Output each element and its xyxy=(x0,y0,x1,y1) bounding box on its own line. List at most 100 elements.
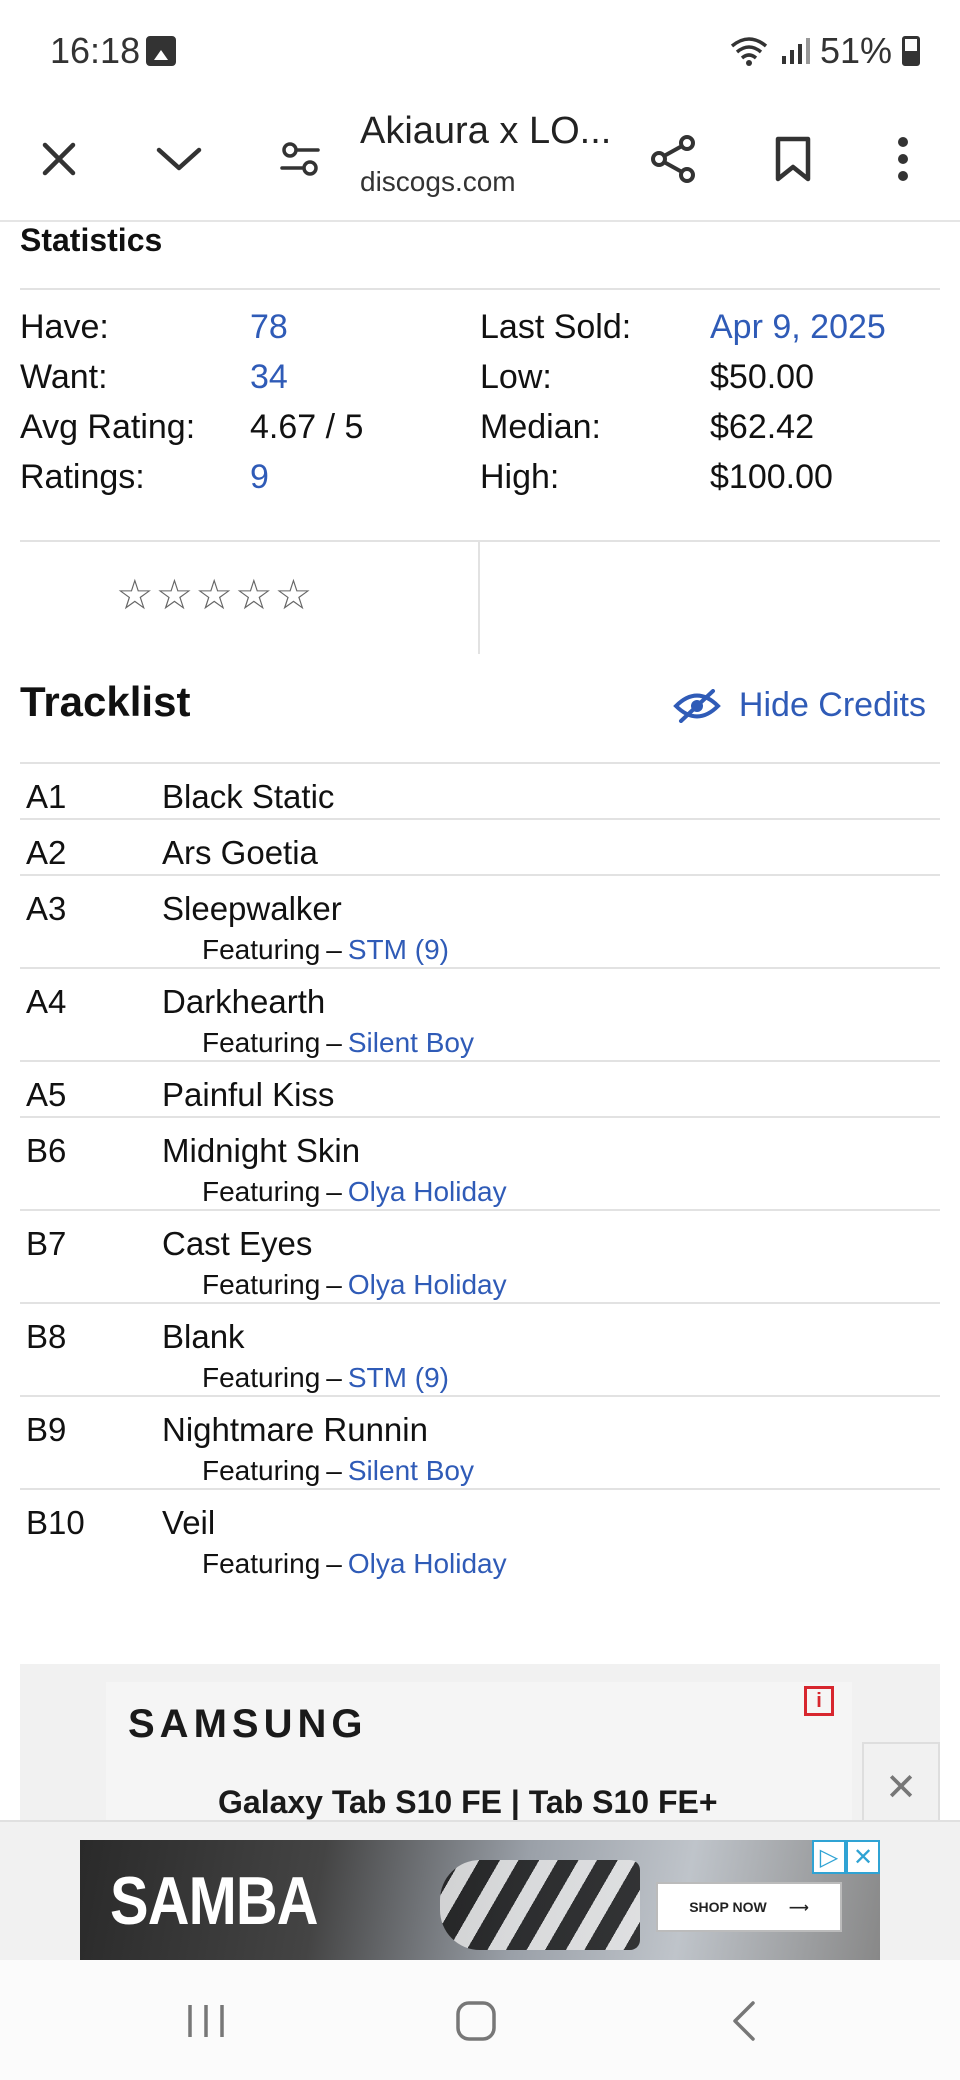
stat-ratings-value[interactable]: 9 xyxy=(250,452,269,502)
system-nav-bar xyxy=(0,1960,960,2080)
featured-artist-link[interactable]: Silent Boy xyxy=(348,1027,474,1058)
featuring-label: Featuring xyxy=(202,1455,321,1486)
track-title: Painful Kiss xyxy=(162,1076,335,1113)
battery-percent: 51% xyxy=(819,30,892,71)
back-button[interactable] xyxy=(714,1996,774,2046)
adchoices[interactable]: ▷ ✕ xyxy=(812,1840,880,1874)
track-credit: Featuring – Olya Holiday xyxy=(202,1176,507,1208)
close-ad-button[interactable]: ✕ xyxy=(862,1742,940,1830)
stat-label: Low: xyxy=(480,358,552,396)
track-title: Black Static xyxy=(162,778,335,815)
close-tab-button[interactable] xyxy=(24,124,94,194)
track-title: Ars Goetia xyxy=(162,834,318,871)
star-icon[interactable]: ☆ xyxy=(235,574,273,616)
track-title: Nightmare Runnin xyxy=(162,1411,428,1448)
page-settings-button[interactable] xyxy=(265,124,335,194)
track-row: A5 Painful Kiss xyxy=(20,1060,940,1116)
track-credit: Featuring – Silent Boy xyxy=(202,1027,474,1059)
featuring-label: Featuring xyxy=(202,1027,321,1058)
close-icon[interactable]: ✕ xyxy=(846,1840,880,1874)
stat-want-value[interactable]: 34 xyxy=(250,352,288,402)
hide-credits-button[interactable]: Hide Credits xyxy=(673,686,926,725)
stat-median-value: $62.42 xyxy=(710,408,814,446)
stat-last-sold-value[interactable]: Apr 9, 2025 xyxy=(710,302,886,352)
track-row: A1 Black Static xyxy=(20,762,940,818)
track-credit: Featuring – STM (9) xyxy=(202,1362,449,1394)
featured-artist-link[interactable]: Silent Boy xyxy=(348,1455,474,1486)
share-icon xyxy=(651,135,695,183)
track-position: A1 xyxy=(26,778,67,815)
track-title: Midnight Skin xyxy=(162,1132,361,1169)
samba-text: SAMBA xyxy=(110,1863,319,1939)
samba-ad[interactable]: SAMBA SHOP NOW ⟶ ▷ ✕ xyxy=(80,1840,880,1960)
rate-stars[interactable]: ☆ ☆ ☆ ☆ ☆ xyxy=(116,574,312,616)
featured-artist-link[interactable]: STM (9) xyxy=(348,934,449,965)
star-icon[interactable]: ☆ xyxy=(195,574,233,616)
featured-artist-link[interactable]: STM (9) xyxy=(348,1362,449,1393)
stat-have-value[interactable]: 78 xyxy=(250,302,288,352)
minimize-button[interactable] xyxy=(144,124,214,194)
track-credit: Featuring – Olya Holiday xyxy=(202,1548,507,1580)
track-row: B8 Blank Featuring – STM (9) xyxy=(20,1302,940,1395)
more-options-button[interactable] xyxy=(868,124,938,194)
track-title: Blank xyxy=(162,1318,245,1355)
credit-dash: – xyxy=(326,1176,342,1207)
divider xyxy=(20,288,940,290)
star-icon[interactable]: ☆ xyxy=(275,574,313,616)
divider xyxy=(478,542,480,654)
bottom-ad-container: SAMBA SHOP NOW ⟶ ▷ ✕ xyxy=(0,1820,960,1960)
track-row: A2 Ars Goetia xyxy=(20,818,940,874)
track-row: B10 Veil Featuring – Olya Holiday xyxy=(20,1488,940,1581)
track-row: B7 Cast Eyes Featuring – Olya Holiday xyxy=(20,1209,940,1302)
eye-off-icon xyxy=(673,688,721,723)
bookmark-button[interactable] xyxy=(758,124,828,194)
recents-button[interactable] xyxy=(176,1996,236,2046)
star-icon[interactable]: ☆ xyxy=(116,574,154,616)
samsung-ad[interactable]: SAMSUNG i Galaxy Tab S10 FE | Tab S10 FE… xyxy=(20,1664,940,1830)
stat-high-value: $100.00 xyxy=(710,458,833,496)
featuring-label: Featuring xyxy=(202,1548,321,1579)
track-position: B7 xyxy=(26,1225,67,1262)
track-credit: Featuring – Olya Holiday xyxy=(202,1269,507,1301)
track-title: Sleepwalker xyxy=(162,890,342,927)
track-position: A5 xyxy=(26,1076,67,1113)
shop-now-button[interactable]: SHOP NOW ⟶ xyxy=(656,1882,842,1932)
status-indicators: 51% xyxy=(728,30,920,72)
chevron-down-icon xyxy=(156,147,202,171)
image-notification-icon xyxy=(146,36,176,66)
samsung-ad-text: Galaxy Tab S10 FE | Tab S10 FE+ xyxy=(218,1784,718,1820)
wifi-icon xyxy=(730,37,768,66)
page-url[interactable]: discogs.com xyxy=(360,166,516,198)
tracklist-table: A1 Black Static A2 Ars Goetia A3 Sleepwalker F… xyxy=(20,762,940,1581)
track-credit: Featuring – Silent Boy xyxy=(202,1455,474,1487)
featuring-label: Featuring xyxy=(202,1362,321,1393)
browser-toolbar: Akiaura x LO... discogs.com xyxy=(0,100,960,222)
home-button[interactable] xyxy=(446,1996,506,2046)
shoe-image xyxy=(440,1860,640,1950)
home-icon xyxy=(456,2001,496,2041)
adchoices-icon[interactable]: ▷ xyxy=(812,1840,846,1874)
credit-dash: – xyxy=(326,934,342,965)
stat-avg-rating-value: 4.67 / 5 xyxy=(250,408,364,446)
featured-artist-link[interactable]: Olya Holiday xyxy=(348,1176,507,1207)
track-title: Darkhearth xyxy=(162,983,326,1020)
settings-sliders-icon xyxy=(280,142,320,176)
track-title: Veil xyxy=(162,1504,216,1541)
featured-artist-link[interactable]: Olya Holiday xyxy=(348,1269,507,1300)
page-title[interactable]: Akiaura x LO... xyxy=(360,110,611,153)
credit-dash: – xyxy=(326,1027,342,1058)
featured-artist-link[interactable]: Olya Holiday xyxy=(348,1548,507,1579)
track-row: B9 Nightmare Runnin Featuring – Silent Boy xyxy=(20,1395,940,1488)
ad-info-icon[interactable]: i xyxy=(804,1686,834,1716)
statistics-heading: Statistics xyxy=(20,222,163,258)
stat-low-value: $50.00 xyxy=(710,358,814,396)
credit-dash: – xyxy=(326,1548,342,1579)
star-icon[interactable]: ☆ xyxy=(156,574,194,616)
stat-label: Median: xyxy=(480,408,601,446)
track-row: A3 Sleepwalker Featuring – STM (9) xyxy=(20,874,940,967)
credit-dash: – xyxy=(326,1455,342,1486)
samsung-ad-banner[interactable]: SAMSUNG i Galaxy Tab S10 FE | Tab S10 FE… xyxy=(106,1682,852,1830)
stat-label: High: xyxy=(480,458,560,496)
featuring-label: Featuring xyxy=(202,1269,321,1300)
share-button[interactable] xyxy=(638,124,708,194)
